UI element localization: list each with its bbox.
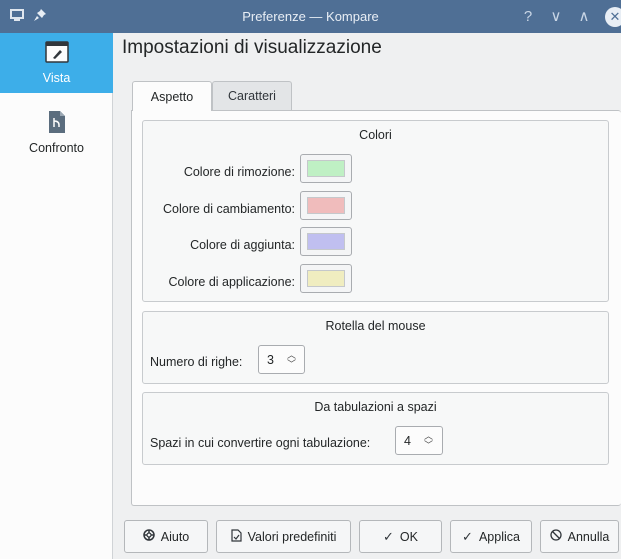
- removal-color-swatch: [307, 160, 345, 177]
- addition-color-label: Colore di aggiunta:: [190, 238, 295, 252]
- tabs-to-spaces-group-title: Da tabulazioni a spazi: [314, 400, 437, 414]
- applied-color-swatch: [307, 270, 345, 287]
- cancel-button-label: Annulla: [567, 529, 610, 544]
- sidebar-item-confronto[interactable]: Confronto: [0, 103, 113, 155]
- defaults-button[interactable]: Valori predefiniti: [216, 520, 351, 553]
- spin-down-icon[interactable]: ﹀: [424, 440, 433, 450]
- spin-arrows[interactable]: ︿ ﹀: [424, 431, 433, 450]
- line-count-label: Numero di righe:: [150, 355, 243, 369]
- addition-color-swatch: [307, 233, 345, 250]
- spaces-per-tab-value: 4: [404, 433, 411, 448]
- line-count-value: 3: [267, 352, 274, 367]
- tab-panel-aspetto: Colori Colore di rimozione: Colore di ca…: [131, 110, 621, 506]
- spaces-per-tab-label: Spazi in cui convertire ogni tabulazione…: [150, 436, 371, 450]
- title-bar-left: [10, 8, 46, 25]
- pin-icon[interactable]: [34, 9, 46, 24]
- app-icon[interactable]: [10, 8, 24, 25]
- spin-arrows[interactable]: ︿ ﹀: [287, 350, 296, 369]
- defaults-document-icon: [231, 528, 242, 545]
- maximize-icon[interactable]: ∧: [577, 9, 591, 24]
- addition-color-button[interactable]: [300, 227, 352, 256]
- help-icon[interactable]: ?: [521, 9, 535, 24]
- apply-button-label: Applica: [478, 529, 520, 544]
- check-icon: ✓: [462, 528, 473, 544]
- mouse-wheel-group-title: Rotella del mouse: [325, 319, 426, 333]
- applied-color-button[interactable]: [300, 264, 352, 293]
- help-button[interactable]: Aiuto: [124, 520, 208, 553]
- help-lifebuoy-icon: [143, 529, 155, 544]
- close-icon[interactable]: ✕: [605, 6, 621, 27]
- sidebar: Vista Confronto: [0, 33, 113, 559]
- spaces-per-tab-spinbox[interactable]: 4 ︿ ﹀: [395, 426, 443, 455]
- check-icon: ✓: [383, 528, 394, 544]
- apply-button[interactable]: ✓ Applica: [450, 520, 532, 553]
- tab-caratteri[interactable]: Caratteri: [212, 81, 292, 110]
- cancel-icon: [549, 529, 562, 544]
- diff-file-icon: [48, 111, 66, 136]
- colors-group: Colori Colore di rimozione: Colore di ca…: [142, 120, 609, 302]
- cancel-button[interactable]: Annulla: [540, 520, 619, 553]
- ok-button[interactable]: ✓ OK: [359, 520, 442, 553]
- spin-down-icon[interactable]: ﹀: [287, 359, 296, 369]
- mouse-wheel-group: Rotella del mouse Numero di righe: 3 ︿ ﹀: [142, 311, 609, 384]
- change-color-label: Colore di cambiamento:: [162, 202, 295, 216]
- title-bar: Preferenze — Kompare ? ∨ ∧ ✕: [0, 0, 621, 33]
- removal-color-button[interactable]: [300, 154, 352, 183]
- sidebar-item-label: Vista: [42, 71, 71, 85]
- colors-group-title: Colori: [359, 128, 392, 142]
- sidebar-item-vista[interactable]: Vista: [0, 33, 113, 93]
- line-count-spinbox[interactable]: 3 ︿ ﹀: [258, 345, 305, 374]
- minimize-icon[interactable]: ∨: [549, 9, 563, 24]
- change-color-button[interactable]: [300, 191, 352, 220]
- defaults-button-label: Valori predefiniti: [247, 529, 337, 544]
- sidebar-item-label: Confronto: [29, 141, 84, 155]
- removal-color-label: Colore di rimozione:: [183, 165, 295, 179]
- applied-color-label: Colore di applicazione:: [168, 275, 295, 289]
- help-button-label: Aiuto: [160, 529, 190, 544]
- change-color-swatch: [307, 197, 345, 214]
- view-brush-icon: [44, 41, 69, 66]
- tabs-to-spaces-group: Da tabulazioni a spazi Spazi in cui conv…: [142, 392, 609, 465]
- ok-button-label: OK: [399, 529, 418, 544]
- tab-aspetto[interactable]: Aspetto: [132, 81, 212, 111]
- page-title: Impostazioni di visualizzazione: [122, 37, 382, 58]
